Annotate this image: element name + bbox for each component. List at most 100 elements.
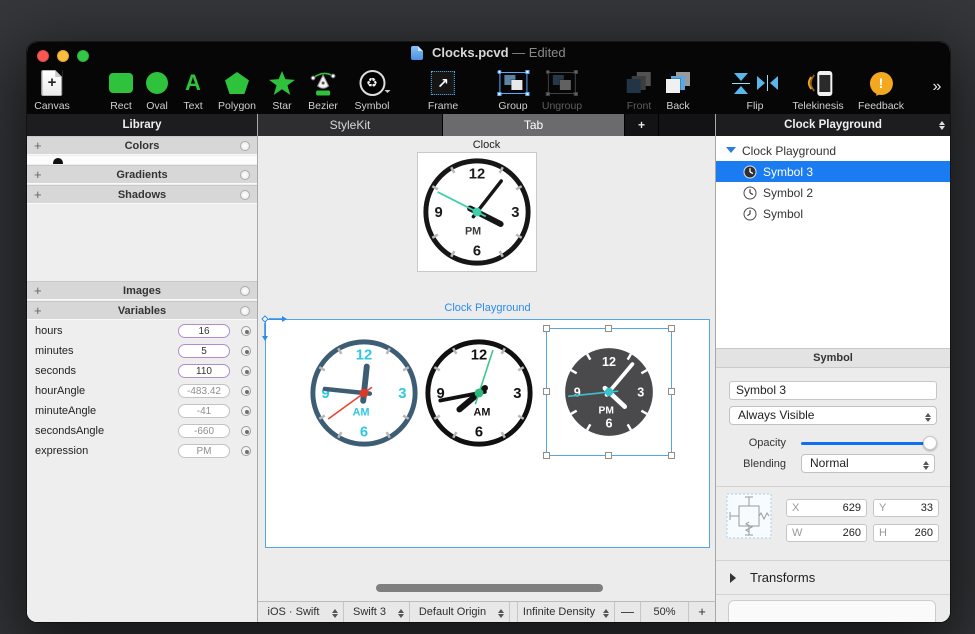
secondsAngle-target[interactable]: [241, 426, 251, 436]
shadows-radio[interactable]: [240, 190, 250, 200]
add-image-button[interactable]: +: [34, 282, 42, 300]
tree-row-symbol3-selected[interactable]: Symbol 3: [716, 161, 950, 182]
frame-x-field[interactable]: X 629: [786, 499, 867, 517]
document-icon: [411, 46, 423, 60]
toolbar-frame-button[interactable]: ↗ Frame: [428, 62, 458, 112]
opacity-slider[interactable]: [801, 442, 934, 445]
visibility-select[interactable]: Always Visible: [729, 406, 937, 425]
color-swatch[interactable]: [53, 158, 63, 164]
toolbar-polygon-button[interactable]: Polygon: [218, 62, 256, 112]
expression-value-field[interactable]: PM: [178, 444, 230, 458]
variable-row-secondsAngle[interactable]: secondsAngle -660: [27, 421, 257, 441]
toolbar-bezier-button[interactable]: Bezier: [308, 62, 338, 112]
transforms-disclosure[interactable]: Transforms: [716, 566, 950, 590]
toolbar-feedback-button[interactable]: ! Feedback: [858, 62, 904, 112]
toolbar-text-button[interactable]: A Text: [183, 62, 202, 112]
secondsAngle-value-field[interactable]: -660: [178, 424, 230, 438]
playground-canvas[interactable]: 12 3 6 9 AM 12: [265, 319, 710, 548]
variable-row-expression[interactable]: expression PM: [27, 441, 257, 461]
hourAngle-target[interactable]: [241, 386, 251, 396]
symbol-name-field[interactable]: Symbol 3: [729, 381, 937, 400]
canvas-area[interactable]: Clock 12 3 6 9 PM Clock Playground: [258, 136, 715, 601]
zoom-in-button[interactable]: +: [689, 602, 715, 622]
clock-canvas[interactable]: 12 3 6 9 PM: [417, 152, 537, 272]
frame-h-field[interactable]: H 260: [873, 524, 939, 542]
resize-handle[interactable]: [543, 388, 550, 395]
resize-handle[interactable]: [668, 452, 675, 459]
minutes-target[interactable]: [241, 346, 251, 356]
minuteAngle-target[interactable]: [241, 406, 251, 416]
toolbar-telekinesis-button[interactable]: Telekinesis: [792, 62, 843, 112]
expression-target[interactable]: [241, 446, 251, 456]
seconds-target[interactable]: [241, 366, 251, 376]
add-color-button[interactable]: +: [34, 137, 42, 155]
library-section-colors[interactable]: + Colors: [27, 136, 257, 155]
variable-row-seconds[interactable]: seconds 110: [27, 361, 257, 381]
add-variable-button[interactable]: +: [34, 302, 42, 320]
playground-label[interactable]: Clock Playground: [265, 302, 710, 314]
hourAngle-value-field[interactable]: -483.42: [178, 384, 230, 398]
symbol-reference-select[interactable]: Clock: [728, 600, 936, 622]
springs-struts-widget[interactable]: [726, 493, 772, 539]
toolbar-back-button[interactable]: Back: [666, 62, 690, 112]
density-select[interactable]: Infinite Density: [518, 602, 615, 622]
tree-row-symbol2[interactable]: Symbol 2: [716, 182, 950, 203]
toolbar-overflow-button[interactable]: »: [933, 78, 942, 96]
add-shadow-button[interactable]: +: [34, 186, 42, 204]
tab-tab-selected[interactable]: Tab: [443, 114, 625, 136]
zoom-out-button[interactable]: —: [615, 602, 641, 622]
disclosure-triangle-icon[interactable]: [726, 147, 736, 158]
toolbar-canvas-button[interactable]: + Canvas: [34, 62, 70, 112]
add-gradient-button[interactable]: +: [34, 166, 42, 184]
add-tab-button[interactable]: +: [625, 114, 659, 136]
tree-row-playground[interactable]: Clock Playground: [716, 140, 950, 161]
resize-handle[interactable]: [605, 325, 612, 332]
symbol-clock-3-selected[interactable]: 12 3 6 9 PM: [553, 336, 665, 453]
variable-row-minutes[interactable]: minutes 5: [27, 341, 257, 361]
language-select[interactable]: Swift 3: [344, 602, 410, 622]
images-radio[interactable]: [240, 286, 250, 296]
toolbar-oval-button[interactable]: Oval: [146, 62, 168, 112]
resize-handle[interactable]: [543, 325, 550, 332]
resize-handle[interactable]: [668, 325, 675, 332]
toolbar-symbol-button[interactable]: ♻ Symbol: [354, 62, 389, 112]
resize-handle[interactable]: [543, 452, 550, 459]
panel-stepper-icon[interactable]: [939, 118, 945, 133]
clock-symbol-master[interactable]: 12 3 6 9 PM: [418, 153, 536, 271]
opacity-slider-knob[interactable]: [923, 436, 937, 450]
toolbar-rect-button[interactable]: Rect: [109, 62, 133, 112]
color-swatch-row[interactable]: [27, 156, 257, 164]
toolbar-star-button[interactable]: Star: [269, 62, 295, 112]
minutes-value-field[interactable]: 5: [178, 344, 230, 358]
disclosure-right-icon: [730, 573, 741, 583]
gradients-radio[interactable]: [240, 170, 250, 180]
variable-row-hourAngle[interactable]: hourAngle -483.42: [27, 381, 257, 401]
variable-row-hours[interactable]: hours 16: [27, 321, 257, 341]
horizontal-scrollbar[interactable]: [376, 584, 603, 592]
seconds-value-field[interactable]: 110: [178, 364, 230, 378]
blending-select[interactable]: Normal: [801, 454, 935, 473]
variable-row-minuteAngle[interactable]: minuteAngle -41: [27, 401, 257, 421]
library-section-shadows[interactable]: + Shadows: [27, 185, 257, 204]
origin-select[interactable]: Default Origin: [410, 602, 510, 622]
library-section-variables[interactable]: + Variables: [27, 301, 257, 320]
hours-target[interactable]: [241, 326, 251, 336]
minuteAngle-value-field[interactable]: -41: [178, 404, 230, 418]
feedback-icon: !: [870, 72, 893, 95]
platform-select[interactable]: iOS · Swift: [258, 602, 344, 622]
toolbar-group-button[interactable]: Group: [498, 62, 527, 112]
resize-handle[interactable]: [605, 452, 612, 459]
frame-y-field[interactable]: Y 33: [873, 499, 939, 517]
variables-radio[interactable]: [240, 306, 250, 316]
colors-radio[interactable]: [240, 141, 250, 151]
frame-w-field[interactable]: W 260: [786, 524, 867, 542]
symbol-clock-1[interactable]: 12 3 6 9 AM: [305, 334, 423, 457]
tab-stylekit[interactable]: StyleKit: [258, 114, 443, 136]
hours-value-field[interactable]: 16: [178, 324, 230, 338]
resize-handle[interactable]: [668, 388, 675, 395]
library-section-images[interactable]: + Images: [27, 281, 257, 300]
toolbar-flip-button[interactable]: Flip: [732, 62, 778, 112]
tree-row-symbol[interactable]: Symbol: [716, 203, 950, 224]
library-section-gradients[interactable]: + Gradients: [27, 165, 257, 184]
symbol-clock-2[interactable]: 12 3 6 9 AM: [420, 334, 538, 457]
